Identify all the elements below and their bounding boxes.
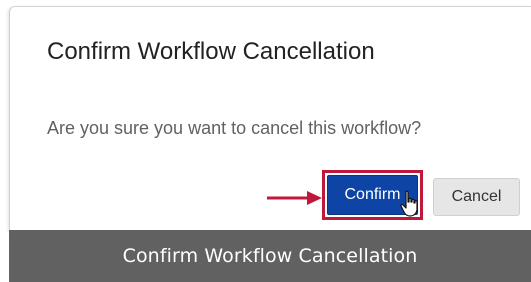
arrow-right-icon (267, 191, 322, 205)
cancel-button[interactable]: Cancel (433, 178, 520, 216)
caption-text: Confirm Workflow Cancellation (122, 245, 418, 267)
screenshot-stage: Confirm Workflow Cancellation Are you su… (0, 0, 531, 282)
dialog-title: Confirm Workflow Cancellation (47, 38, 375, 65)
hand-pointer-icon (400, 190, 418, 217)
dialog-message: Are you sure you want to cancel this wor… (47, 118, 422, 138)
caption-bar: Confirm Workflow Cancellation (9, 230, 531, 282)
